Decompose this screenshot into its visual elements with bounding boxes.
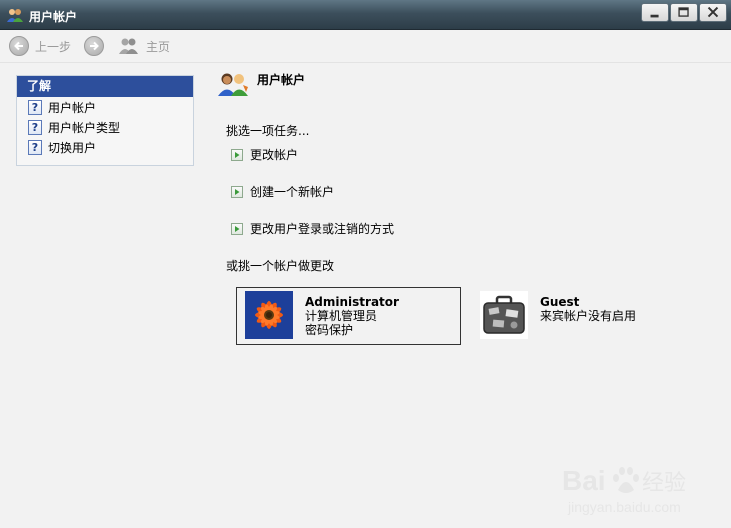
forward-button[interactable]: [84, 35, 104, 57]
help-icon: ?: [28, 139, 42, 155]
account-type: 计算机管理员: [305, 309, 378, 323]
maximize-icon: [678, 7, 689, 17]
window-title: 用户帐户: [29, 10, 78, 24]
green-arrow-icon: [231, 222, 243, 235]
task-change-account[interactable]: 更改帐户: [231, 146, 298, 163]
account-administrator[interactable]: Administrator 计算机管理员 密码保护: [236, 287, 461, 345]
suitcase-icon: [480, 291, 528, 339]
account-name: Guest: [540, 295, 580, 309]
close-icon: [707, 6, 719, 18]
title-bar[interactable]: 用户帐户: [0, 0, 731, 30]
close-button[interactable]: [699, 3, 727, 22]
arrow-left-icon: [9, 36, 29, 56]
baidu-watermark: Bai 经验 jingyan.baidu.com: [562, 460, 692, 520]
help-link-switch-user[interactable]: ? 切换用户: [17, 137, 193, 157]
users-icon: [7, 9, 23, 22]
account-guest[interactable]: Guest 来宾帐户没有启用: [480, 291, 680, 341]
task-change-logon[interactable]: 更改用户登录或注销的方式: [231, 220, 394, 237]
green-arrow-icon: [231, 148, 243, 161]
page-title: 用户帐户: [257, 72, 306, 87]
help-link-label: 用户帐户: [48, 100, 97, 115]
watermark-url: jingyan.baidu.com: [567, 499, 681, 515]
learn-about-pane: 了解 ? 用户帐户 ? 用户帐户类型 ? 切换用户: [16, 75, 194, 166]
watermark-brand: Bai: [562, 465, 606, 496]
help-link-account-types[interactable]: ? 用户帐户类型: [17, 117, 193, 137]
home-button[interactable]: 主页: [118, 35, 170, 57]
task-label: 更改帐户: [250, 148, 299, 162]
arrow-right-icon: [84, 36, 104, 56]
account-name: Administrator: [305, 295, 399, 309]
help-icon: ?: [28, 99, 42, 115]
pick-account-heading: 或挑一个帐户做更改: [226, 259, 335, 273]
minimize-button[interactable]: [641, 3, 669, 22]
flower-icon: [245, 291, 293, 339]
learn-about-header[interactable]: 了解: [17, 76, 193, 97]
green-arrow-icon: [231, 185, 243, 198]
baidu-paw-logo: Bai 经验 jingyan.baidu.com: [562, 465, 686, 515]
page-header: 用户帐户: [217, 71, 305, 97]
back-button[interactable]: 上一步: [9, 35, 71, 57]
help-icon: ?: [28, 119, 42, 135]
task-label: 创建一个新帐户: [250, 185, 335, 199]
users-home-icon: [119, 38, 138, 54]
task-label: 更改用户登录或注销的方式: [250, 222, 395, 236]
help-link-label: 用户帐户类型: [48, 120, 121, 135]
watermark-suffix: 经验: [642, 471, 686, 496]
maximize-button[interactable]: [670, 3, 698, 22]
home-label: 主页: [146, 39, 171, 54]
user-accounts-icon: [218, 73, 248, 96]
account-status: 密码保护: [305, 323, 354, 337]
help-link-user-accounts[interactable]: ? 用户帐户: [17, 97, 193, 117]
minimize-icon: [650, 14, 659, 18]
user-accounts-window: 用户帐户 上一步 主页 了解 ? 用户帐户 ? 用户帐户类型 ? 切换用户 用户…: [0, 0, 731, 528]
task-create-account[interactable]: 创建一个新帐户: [231, 183, 334, 200]
back-label: 上一步: [35, 39, 72, 54]
navigation-toolbar: 上一步 主页: [0, 30, 731, 63]
help-link-label: 切换用户: [48, 140, 97, 155]
account-status: 来宾帐户没有启用: [540, 309, 637, 323]
pick-task-heading: 挑选一项任务...: [226, 124, 310, 138]
